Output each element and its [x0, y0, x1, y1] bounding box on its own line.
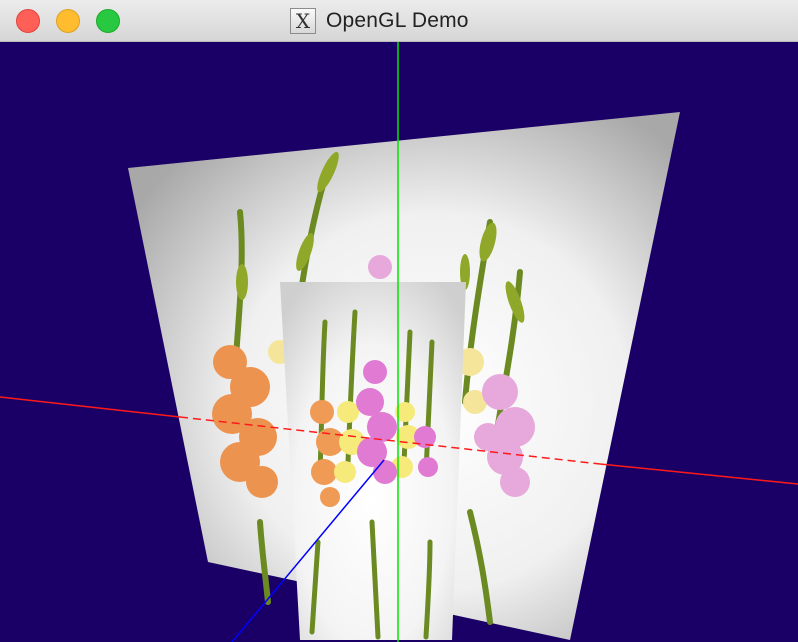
opengl-canvas[interactable]	[0, 42, 798, 642]
x11-icon-glyph: X	[295, 9, 311, 33]
scene-svg	[0, 42, 798, 642]
minimize-button[interactable]	[56, 9, 80, 33]
x11-icon: X	[290, 8, 316, 34]
maximize-button[interactable]	[96, 9, 120, 33]
title-bar[interactable]: X OpenGL Demo	[0, 0, 798, 42]
close-button[interactable]	[16, 9, 40, 33]
window-title: OpenGL Demo	[326, 9, 469, 32]
x-axis-segment-right	[599, 463, 798, 485]
app-window: X OpenGL Demo	[0, 0, 798, 642]
x-axis-segment-left	[0, 396, 181, 418]
title-group: X OpenGL Demo	[290, 7, 469, 35]
